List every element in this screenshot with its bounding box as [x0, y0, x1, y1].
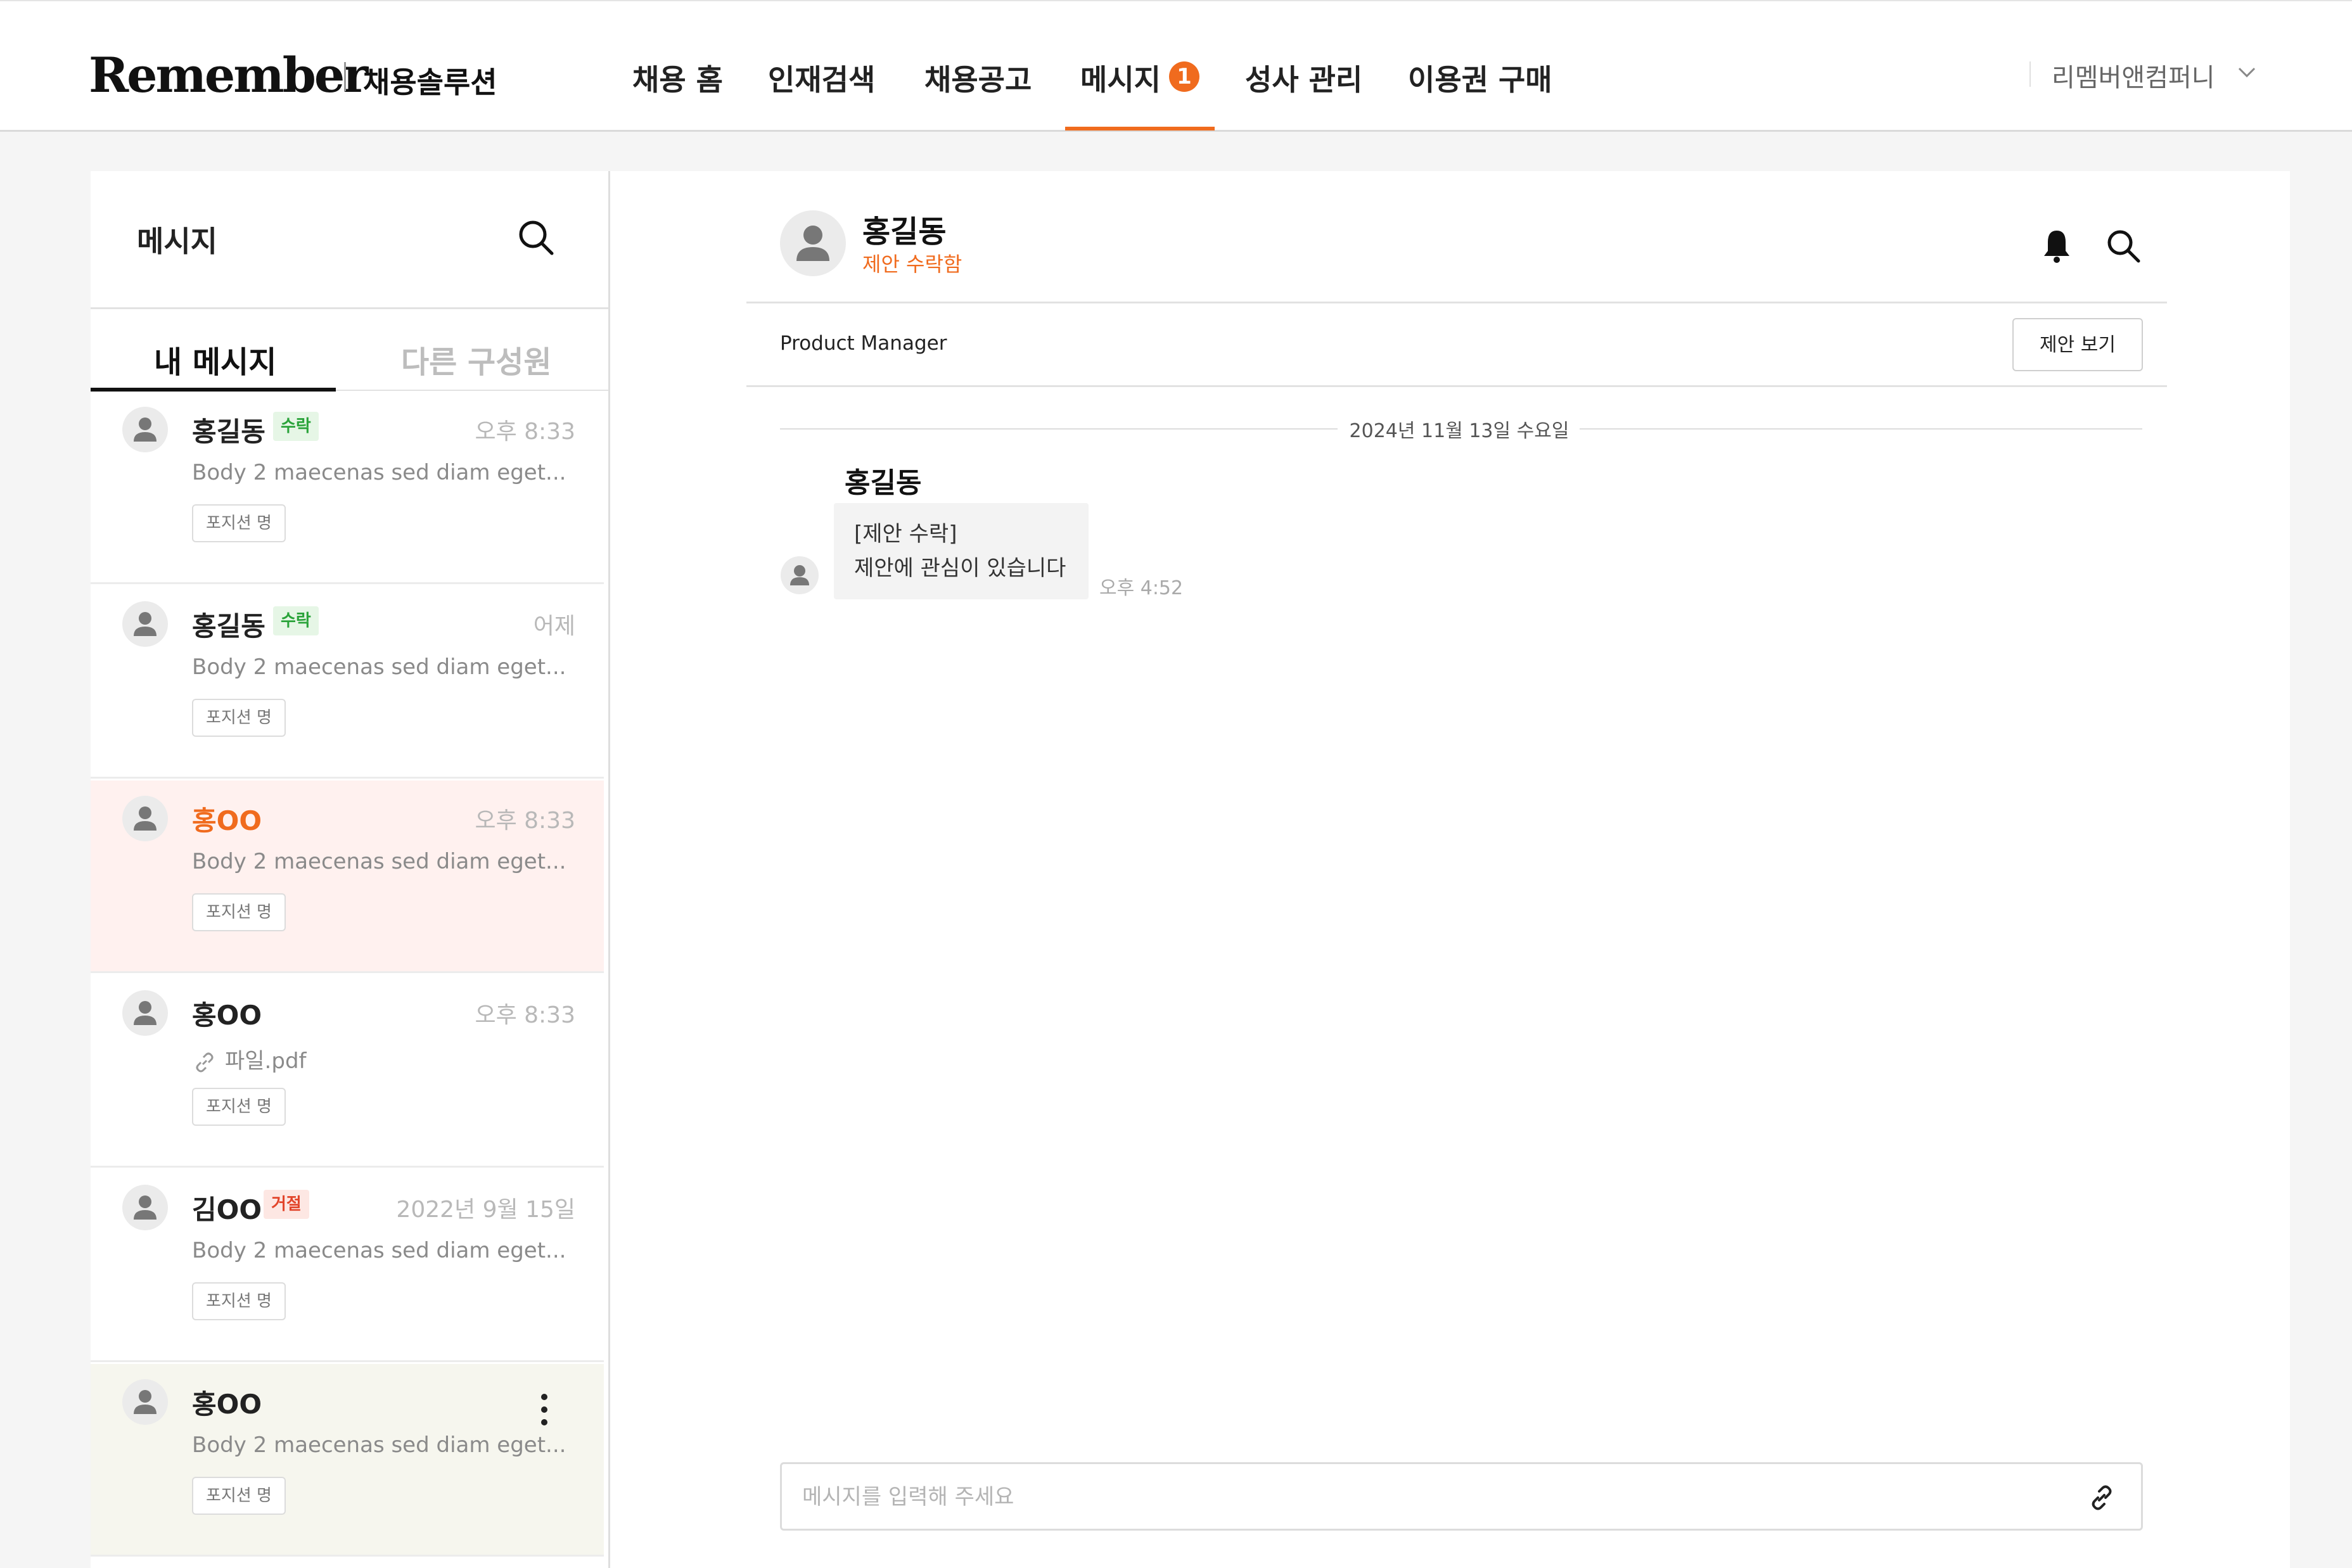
avatar	[122, 601, 168, 647]
avatar	[122, 990, 168, 1036]
chat-status: 제안 수락함	[862, 252, 962, 276]
message-preview: Body 2 maecenas sed diam eget...	[192, 849, 566, 874]
file-name: 파일.pdf	[225, 1049, 307, 1074]
message-time: 어제	[533, 613, 575, 639]
job-bar-divider	[746, 385, 2167, 387]
chat-contact-name: 홍길동	[862, 214, 947, 250]
more-options-icon[interactable]	[538, 1391, 551, 1429]
view-offer-button[interactable]: 제안 보기	[2012, 318, 2143, 371]
file-attachment-preview: 파일.pdf	[192, 1043, 307, 1075]
message-preview: Body 2 maecenas sed diam eget...	[192, 1238, 566, 1263]
status-badge: 거절	[264, 1190, 309, 1219]
chat-header-divider	[746, 302, 2167, 303]
message-panel-title: 메시지	[137, 224, 217, 258]
nav-job-postings[interactable]: 채용공고	[924, 57, 1032, 99]
message-list-item[interactable]: 홍길동 수락 오후 8:33 Body 2 maecenas sed diam …	[91, 392, 604, 584]
position-tag: 포지션 명	[192, 1477, 286, 1515]
nav-deal-management[interactable]: 성사 관리	[1245, 57, 1362, 99]
sender-name: 홍길동	[192, 611, 265, 642]
sender-name: 김OO	[192, 1194, 262, 1225]
top-navigation-bar: Remember 채용솔루션 채용 홈 인재검색 채용공고 메시지 1 성사 관…	[0, 0, 2352, 132]
avatar	[122, 1185, 168, 1230]
nav-messages[interactable]: 메시지	[1080, 57, 1161, 99]
avatar	[122, 407, 168, 452]
logo-subtitle: 채용솔루션	[363, 65, 497, 99]
date-divider-left	[780, 428, 1338, 430]
nav-talent-search[interactable]: 인재검색	[768, 57, 875, 99]
person-icon	[134, 612, 157, 636]
sender-name: 홍길동	[192, 416, 265, 447]
person-icon	[134, 1195, 157, 1220]
position-tag: 포지션 명	[192, 893, 286, 931]
nav-active-underline	[1065, 127, 1215, 131]
person-icon	[790, 565, 809, 585]
person-icon	[134, 1001, 157, 1025]
message-preview: Body 2 maecenas sed diam eget...	[192, 460, 566, 485]
sender-name: 홍OO	[192, 1389, 262, 1420]
status-badge: 수락	[273, 606, 319, 635]
position-tag: 포지션 명	[192, 1282, 286, 1320]
nav-purchase-pass[interactable]: 이용권 구매	[1408, 57, 1552, 99]
message-input[interactable]	[801, 1464, 2058, 1530]
date-separator: 2024년 11월 13일 수요일	[1349, 420, 1569, 442]
message-input-box	[780, 1462, 2143, 1531]
tab-divider	[336, 390, 608, 391]
message-list-item[interactable]: 김OO 거절 2022년 9월 15일 Body 2 maecenas sed …	[91, 1170, 604, 1362]
position-tag: 포지션 명	[192, 699, 286, 737]
message-list-item[interactable]: 홍OO 오후 8:33 파일.pdf 포지션 명	[91, 975, 604, 1168]
remember-logo[interactable]: Remember	[89, 47, 368, 103]
person-icon	[134, 1390, 157, 1414]
chat-panel: 홍길동 제안 수락함 Product Manager 제안 보기 2024년 1…	[610, 171, 2290, 1568]
job-title: Product Manager	[780, 332, 947, 355]
message-bubble: [제안 수락] 제안에 관심이 있습니다	[834, 503, 1089, 599]
message-list-item-selected[interactable]: 홍OO 오후 8:33 Body 2 maecenas sed diam ege…	[91, 781, 604, 973]
message-time: 오후 4:52	[1099, 577, 1184, 599]
message-list-item[interactable]: 홍길동 수락 어제 Body 2 maecenas sed diam eget.…	[91, 586, 604, 779]
message-list-item-hovered[interactable]: 홍OO Body 2 maecenas sed diam eget... 포지션…	[91, 1364, 604, 1557]
bell-icon[interactable]	[2039, 227, 2074, 265]
panel-divider	[91, 307, 608, 309]
message-sender-name: 홍길동	[845, 467, 922, 499]
message-preview: Body 2 maecenas sed diam eget...	[192, 654, 566, 680]
logo-divider	[344, 62, 346, 91]
sender-name: 홍OO	[192, 1000, 262, 1031]
message-line: 제안에 관심이 있습니다	[854, 556, 1066, 581]
message-time: 오후 8:33	[475, 419, 575, 445]
chevron-down-icon[interactable]	[2234, 60, 2259, 85]
person-icon	[134, 806, 157, 831]
search-icon[interactable]	[2104, 227, 2142, 265]
attach-link-icon[interactable]	[2087, 1483, 2116, 1512]
position-tag: 포지션 명	[192, 1088, 286, 1126]
message-time: 오후 8:33	[475, 808, 575, 834]
tab-my-messages[interactable]: 내 메시지	[154, 337, 276, 381]
message-line: [제안 수락]	[854, 521, 957, 547]
message-list-panel: 메시지 내 메시지 다른 구성원 홍길동 수락 오후 8:33 Body 2 m…	[91, 171, 610, 1568]
link-icon	[196, 1052, 214, 1072]
message-preview: Body 2 maecenas sed diam eget...	[192, 1432, 566, 1458]
company-divider	[2029, 61, 2031, 87]
nav-recruit-home[interactable]: 채용 홈	[632, 57, 723, 99]
message-time: 2022년 9월 15일	[396, 1197, 575, 1223]
person-icon	[134, 417, 157, 442]
tab-other-members[interactable]: 다른 구성원	[401, 337, 552, 381]
avatar	[122, 796, 168, 841]
search-icon[interactable]	[515, 217, 557, 258]
sender-name: 홍OO	[192, 805, 262, 836]
message-avatar	[781, 556, 819, 594]
date-divider-right	[1580, 428, 2142, 430]
position-tag: 포지션 명	[192, 504, 286, 542]
avatar	[122, 1379, 168, 1425]
status-badge: 수락	[273, 412, 319, 441]
nav-messages-badge: 1	[1169, 61, 1199, 92]
chat-avatar	[780, 210, 846, 276]
person-icon	[796, 226, 829, 261]
message-time: 오후 8:33	[475, 1002, 575, 1028]
company-name[interactable]: 리멤버앤컴퍼니	[2052, 57, 2215, 94]
